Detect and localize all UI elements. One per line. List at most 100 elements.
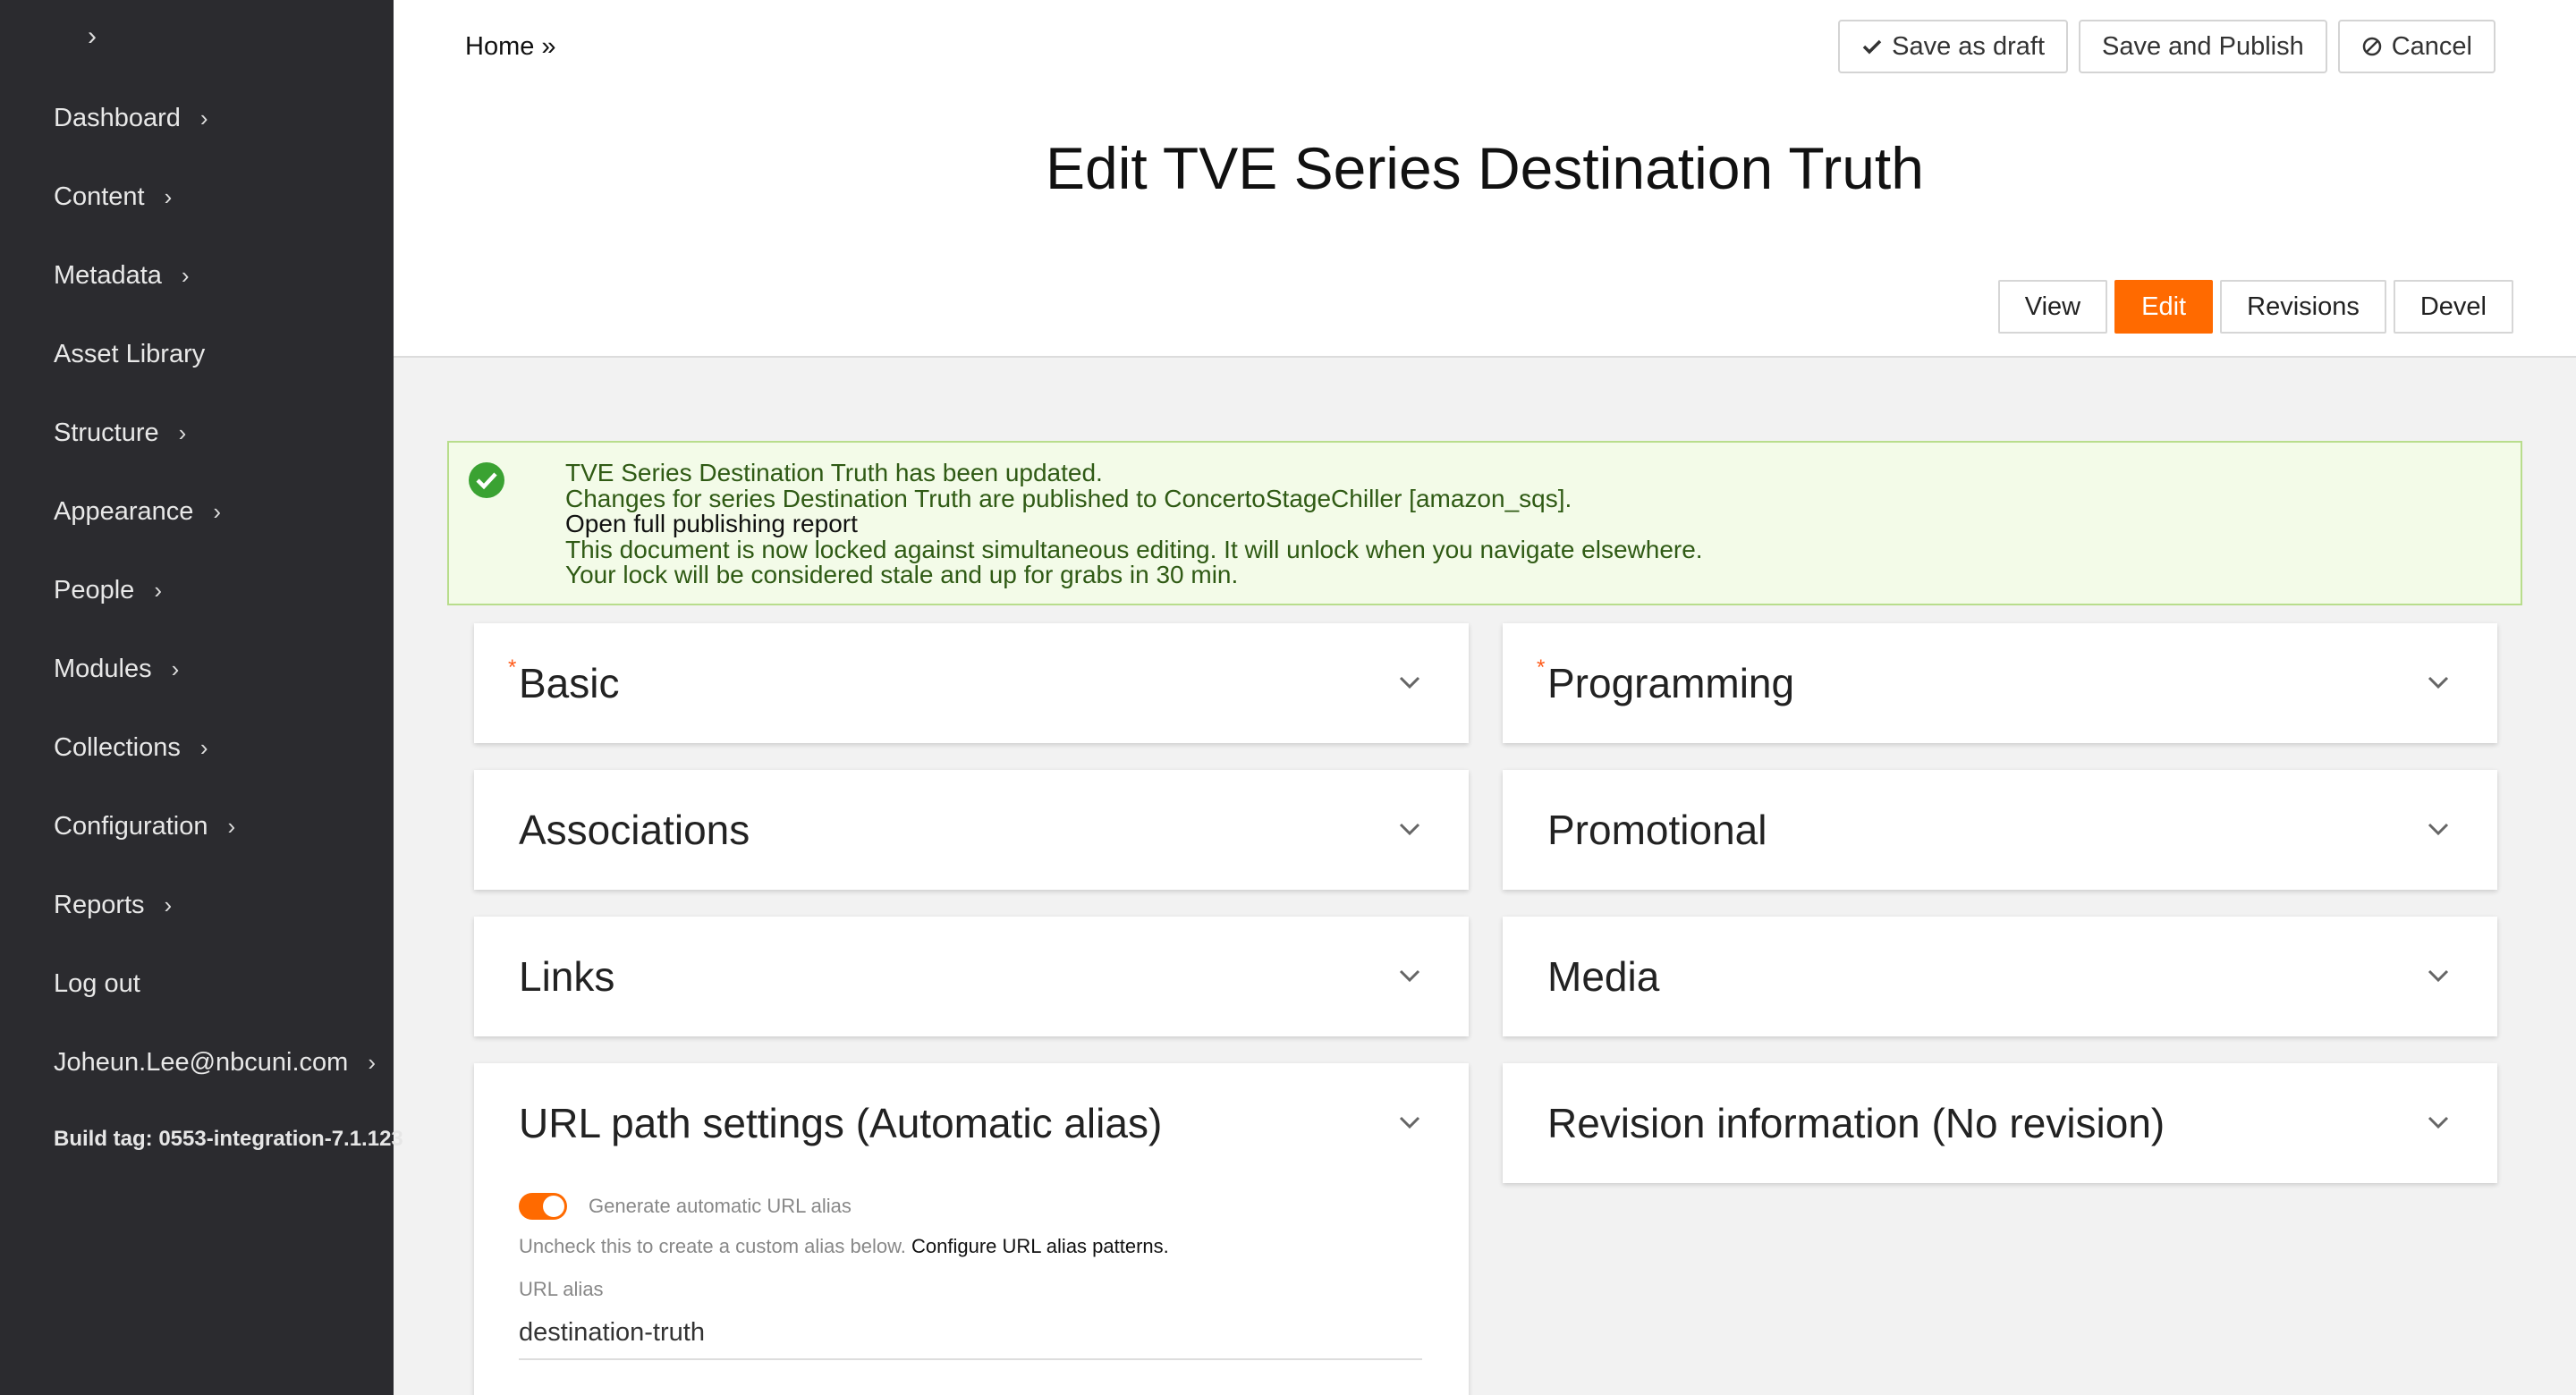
sidebar-item-label: Modules xyxy=(54,654,152,683)
chevron-right-icon: › xyxy=(368,1048,376,1076)
page-header: Home » Save as draft Save and Publish Ca… xyxy=(394,0,2576,358)
message-line: Changes for series Destination Truth are… xyxy=(565,484,1572,512)
save-and-publish-button[interactable]: Save and Publish xyxy=(2079,20,2327,73)
configure-alias-patterns-link[interactable]: Configure URL alias patterns. xyxy=(911,1235,1169,1257)
message-line: Your lock will be considered stale and u… xyxy=(565,561,1239,588)
sidebar-item-modules[interactable]: Modules › xyxy=(54,647,179,691)
cancel-label: Cancel xyxy=(2391,31,2472,61)
ban-icon xyxy=(2362,37,2381,56)
chevron-down-icon[interactable] xyxy=(2424,815,2453,843)
message-lines: TVE Series Destination Truth has been up… xyxy=(565,459,1703,588)
breadcrumb[interactable]: Home » xyxy=(465,32,556,62)
sidebar: › Dashboard › Content › Metadata › Asset… xyxy=(0,0,403,1395)
chevron-right-icon: › xyxy=(154,576,162,604)
sidebar-item-label: Structure xyxy=(54,418,159,447)
alias-help-text: Uncheck this to create a custom alias be… xyxy=(519,1235,1169,1258)
sidebar-item-label: Asset Library xyxy=(54,339,206,368)
chevron-down-icon[interactable] xyxy=(2424,1108,2453,1137)
alias-help-text-content: Uncheck this to create a custom alias be… xyxy=(519,1235,911,1257)
tab-devel[interactable]: Devel xyxy=(2393,280,2513,334)
sidebar-item-label: Collections xyxy=(54,732,181,762)
sidebar-item-reports[interactable]: Reports › xyxy=(54,883,172,927)
chevron-right-icon: › xyxy=(181,261,190,289)
auto-alias-row: Generate automatic URL alias xyxy=(519,1193,852,1220)
sidebar-item-label: Configuration xyxy=(54,811,208,841)
sidebar-item-user-account[interactable]: Joheun.Lee@nbcuni.com › xyxy=(54,1040,376,1085)
sidebar-item-label: Content xyxy=(54,182,145,211)
section-title: Associations xyxy=(519,807,750,853)
chevron-down-icon[interactable] xyxy=(1395,1108,1424,1137)
url-alias-label: URL alias xyxy=(519,1278,604,1300)
cancel-button[interactable]: Cancel xyxy=(2337,20,2496,73)
build-tag: Build tag: 0553-integration-7.1.123 xyxy=(54,1127,403,1151)
section-title: Basic xyxy=(519,660,620,706)
chevron-down-icon[interactable] xyxy=(1395,961,1424,990)
chevron-right-icon: › xyxy=(227,812,236,840)
section-title[interactable]: URL path settings (Automatic alias) xyxy=(519,1099,1162,1147)
check-icon xyxy=(1862,39,1882,55)
save-as-draft-label: Save as draft xyxy=(1892,31,2045,61)
chevron-right-icon: › xyxy=(164,182,173,210)
url-alias-input[interactable] xyxy=(519,1306,1422,1360)
sidebar-item-label: Reports xyxy=(54,890,145,919)
message-line: TVE Series Destination Truth has been up… xyxy=(565,459,1103,486)
sidebar-item-structure[interactable]: Structure › xyxy=(54,410,186,455)
sidebar-item-log-out[interactable]: Log out xyxy=(54,961,140,1006)
status-message: TVE Series Destination Truth has been up… xyxy=(447,441,2522,605)
message-line: This document is now locked against simu… xyxy=(565,535,1703,563)
sidebar-item-label: Log out xyxy=(54,968,140,998)
section-title: Programming xyxy=(1547,660,1795,706)
section-title: Promotional xyxy=(1547,807,1767,853)
check-circle-icon xyxy=(469,462,504,498)
local-tabs: View Edit Revisions Devel xyxy=(1997,280,2513,334)
chevron-right-icon: › xyxy=(178,418,187,446)
tab-revisions[interactable]: Revisions xyxy=(2220,280,2386,334)
sidebar-item-label: Appearance xyxy=(54,496,194,526)
sidebar-item-label: Metadata xyxy=(54,260,162,290)
save-as-draft-button[interactable]: Save as draft xyxy=(1838,20,2068,73)
publishing-report-link[interactable]: Open full publishing report xyxy=(565,511,1703,537)
sidebar-item-label: Dashboard xyxy=(54,103,181,132)
chevron-right-icon: › xyxy=(199,733,208,761)
top-actions: Save as draft Save and Publish Cancel xyxy=(1838,20,2496,73)
section-revision-information[interactable]: Revision information (No revision) xyxy=(1503,1063,2497,1183)
tab-view[interactable]: View xyxy=(1997,280,2108,334)
chevron-down-icon[interactable] xyxy=(1395,668,1424,697)
section-url-path-settings: URL path settings (Automatic alias) Gene… xyxy=(474,1063,1469,1395)
sidebar-item-dashboard[interactable]: Dashboard › xyxy=(54,96,208,140)
auto-alias-toggle[interactable] xyxy=(519,1193,567,1220)
chevron-right-icon: › xyxy=(199,104,208,131)
required-marker: * xyxy=(508,655,517,680)
sidebar-toggle-icon[interactable]: › xyxy=(79,23,106,50)
sidebar-item-collections[interactable]: Collections › xyxy=(54,725,208,770)
app-root: › Dashboard › Content › Metadata › Asset… xyxy=(0,0,2576,1395)
sidebar-item-people[interactable]: People › xyxy=(54,568,162,613)
save-and-publish-label: Save and Publish xyxy=(2102,31,2304,61)
sidebar-item-label: Joheun.Lee@nbcuni.com xyxy=(54,1047,349,1077)
section-title: Revision information (No revision) xyxy=(1547,1100,2165,1146)
tab-edit[interactable]: Edit xyxy=(2114,280,2214,334)
sidebar-item-content[interactable]: Content › xyxy=(54,174,172,219)
chevron-right-icon: › xyxy=(171,655,180,682)
section-title: Links xyxy=(519,953,615,1000)
section-links[interactable]: Links xyxy=(474,917,1469,1036)
section-basic[interactable]: * Basic xyxy=(474,623,1469,743)
chevron-down-icon[interactable] xyxy=(1395,815,1424,843)
sidebar-item-label: People xyxy=(54,575,135,604)
section-promotional[interactable]: Promotional xyxy=(1503,770,2497,890)
chevron-down-icon[interactable] xyxy=(2424,961,2453,990)
chevron-right-icon: › xyxy=(164,891,173,918)
section-title: Media xyxy=(1547,953,1660,1000)
sidebar-item-appearance[interactable]: Appearance › xyxy=(54,489,221,534)
section-associations[interactable]: Associations xyxy=(474,770,1469,890)
sidebar-item-metadata[interactable]: Metadata › xyxy=(54,253,190,298)
auto-alias-label: Generate automatic URL alias xyxy=(589,1195,852,1217)
page-title: Edit TVE Series Destination Truth xyxy=(1046,135,1924,201)
required-marker: * xyxy=(1537,655,1546,680)
chevron-right-icon: › xyxy=(213,497,222,525)
section-programming[interactable]: * Programming xyxy=(1503,623,2497,743)
section-media[interactable]: Media xyxy=(1503,917,2497,1036)
chevron-down-icon[interactable] xyxy=(2424,668,2453,697)
sidebar-item-asset-library[interactable]: Asset Library xyxy=(54,332,205,376)
sidebar-item-configuration[interactable]: Configuration › xyxy=(54,804,235,849)
